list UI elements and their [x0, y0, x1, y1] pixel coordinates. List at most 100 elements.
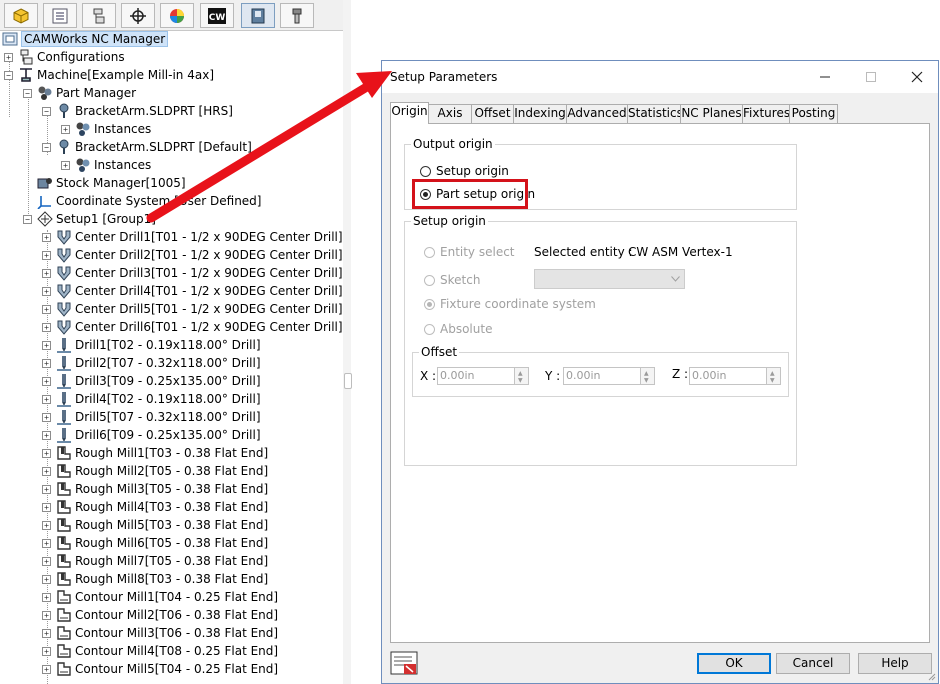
tree-item[interactable]: − Machine[Example Mill-in 4ax] [4, 66, 214, 84]
absolute-radio[interactable]: Absolute [424, 322, 492, 336]
expand-toggle[interactable]: + [42, 574, 51, 584]
expand-toggle[interactable]: + [42, 232, 51, 242]
tree-item[interactable]: − Setup1 [Group1] [23, 210, 156, 228]
dialog-titlebar[interactable]: Setup Parameters [382, 61, 938, 93]
expand-toggle[interactable]: + [42, 628, 51, 638]
tree-item[interactable]: + Instances [61, 156, 151, 174]
help-button[interactable]: Help [858, 653, 932, 674]
expand-toggle[interactable]: − [23, 214, 32, 224]
close-button[interactable] [900, 65, 934, 89]
tree-item[interactable]: + Contour Mill2[T06 - 0.38 Flat End] [42, 606, 278, 624]
maximize-button[interactable] [854, 65, 888, 89]
expand-toggle[interactable]: + [42, 664, 51, 674]
tab-nc-planes[interactable]: NC Planes [680, 104, 743, 123]
offset-y-spinner[interactable]: ▲ ▼ [641, 367, 655, 385]
tree-item[interactable]: + Center Drill5[T01 - 1/2 x 90DEG Center … [42, 300, 343, 318]
minimize-button[interactable] [808, 65, 842, 89]
cancel-button[interactable]: Cancel [776, 653, 850, 674]
tab-indexing[interactable]: Indexing [513, 104, 567, 123]
expand-toggle[interactable]: + [42, 484, 51, 494]
tab-camworks-operation-tree[interactable] [241, 3, 275, 28]
offset-x-input[interactable]: 0.00in [437, 367, 515, 385]
expand-toggle[interactable]: + [42, 376, 51, 386]
expand-toggle[interactable]: + [42, 502, 51, 512]
expand-toggle[interactable]: + [42, 250, 51, 260]
panel-splitter[interactable] [343, 0, 351, 684]
expand-toggle[interactable]: + [42, 322, 51, 332]
tree-item[interactable]: + Drill3[T09 - 0.25x135.00° Drill] [42, 372, 261, 390]
tree-item[interactable]: + Center Drill4[T01 - 1/2 x 90DEG Center … [42, 282, 343, 300]
tree-item[interactable]: − BracketArm.SLDPRT [Default] [42, 138, 252, 156]
expand-toggle[interactable]: + [42, 340, 51, 350]
tree-item[interactable]: Stock Manager[1005] [23, 174, 186, 192]
expand-toggle[interactable]: − [42, 142, 51, 152]
tree-item[interactable]: + Instances [61, 120, 151, 138]
tree-item[interactable]: + Rough Mill5[T03 - 0.38 Flat End] [42, 516, 268, 534]
tree-item[interactable]: + Contour Mill4[T08 - 0.25 Flat End] [42, 642, 278, 660]
tree-item[interactable]: + Contour Mill5[T04 - 0.25 Flat End] [42, 660, 278, 678]
tree-item[interactable]: + Center Drill2[T01 - 1/2 x 90DEG Center … [42, 246, 343, 264]
tab-feature-manager[interactable] [4, 3, 38, 28]
tree-item[interactable]: + Drill6[T09 - 0.25x135.00° Drill] [42, 426, 261, 444]
offset-z-input[interactable]: 0.00in [689, 367, 767, 385]
expand-toggle[interactable]: + [42, 430, 51, 440]
setup-origin-radio[interactable]: Setup origin [420, 164, 509, 178]
tab-advanced[interactable]: Advanced [566, 104, 628, 123]
tree-item[interactable]: + Rough Mill6[T05 - 0.38 Flat End] [42, 534, 268, 552]
tree-item[interactable]: + Drill1[T02 - 0.19x118.00° Drill] [42, 336, 261, 354]
expand-toggle[interactable]: + [42, 538, 51, 548]
expand-toggle[interactable]: + [61, 160, 70, 170]
offset-y-field[interactable]: 0.00in ▲ ▼ [563, 367, 655, 385]
expand-toggle[interactable]: + [42, 610, 51, 620]
offset-x-spinner[interactable]: ▲ ▼ [515, 367, 529, 385]
expand-toggle[interactable]: − [4, 70, 13, 80]
tree-item[interactable]: + Rough Mill2[T05 - 0.38 Flat End] [42, 462, 268, 480]
offset-y-input[interactable]: 0.00in [563, 367, 641, 385]
tab-display-manager[interactable] [160, 3, 194, 28]
expand-toggle[interactable]: + [42, 466, 51, 476]
expand-toggle[interactable]: + [61, 124, 70, 134]
expand-toggle[interactable]: + [42, 592, 51, 602]
entity-select-radio[interactable]: Entity select [424, 245, 515, 259]
tree-item[interactable]: + Rough Mill1[T03 - 0.38 Flat End] [42, 444, 268, 462]
tree-item[interactable]: Coordinate System [User Defined] [23, 192, 261, 210]
context-help-button[interactable] [390, 651, 420, 676]
expand-toggle[interactable]: + [4, 52, 13, 62]
tree-item[interactable]: + Center Drill1[T01 - 1/2 x 90DEG Center … [42, 228, 343, 246]
tab-camworks-tool-tree[interactable] [280, 3, 314, 28]
offset-z-spinner[interactable]: ▲ ▼ [767, 367, 781, 385]
collapse-panel-handle[interactable] [344, 373, 352, 389]
tree-item[interactable]: + Rough Mill8[T03 - 0.38 Flat End] [42, 570, 268, 588]
tree-item[interactable]: + Contour Mill3[T06 - 0.38 Flat End] [42, 624, 278, 642]
tree-item[interactable]: − Part Manager [23, 84, 136, 102]
offset-z-field[interactable]: 0.00in ▲ ▼ [689, 367, 781, 385]
tree-item[interactable]: − BracketArm.SLDPRT [HRS] [42, 102, 233, 120]
sketch-radio[interactable]: Sketch [424, 273, 480, 287]
expand-toggle[interactable]: + [42, 520, 51, 530]
tree-item[interactable]: + Configurations [4, 48, 125, 66]
expand-toggle[interactable]: + [42, 286, 51, 296]
tab-configuration-manager[interactable] [82, 3, 116, 28]
tree-item[interactable]: + Center Drill3[T01 - 1/2 x 90DEG Center … [42, 264, 343, 282]
tree-item[interactable]: + Drill2[T07 - 0.32x118.00° Drill] [42, 354, 261, 372]
expand-toggle[interactable]: + [42, 394, 51, 404]
tab-origin[interactable]: Origin [390, 102, 429, 124]
tree-root[interactable]: CAMWorks NC Manager [2, 30, 169, 48]
expand-toggle[interactable]: − [23, 88, 32, 98]
expand-toggle[interactable]: + [42, 646, 51, 656]
ok-button[interactable]: OK [697, 653, 771, 674]
expand-toggle[interactable]: + [42, 412, 51, 422]
tree-item[interactable]: + Contour Mill1[T04 - 0.25 Flat End] [42, 588, 278, 606]
expand-toggle[interactable]: − [42, 106, 51, 116]
expand-toggle[interactable]: + [42, 358, 51, 368]
expand-toggle[interactable]: + [42, 556, 51, 566]
expand-toggle[interactable]: + [42, 268, 51, 278]
tree-item[interactable]: + Rough Mill4[T03 - 0.38 Flat End] [42, 498, 268, 516]
tree-item[interactable]: + Drill4[T02 - 0.19x118.00° Drill] [42, 390, 261, 408]
resize-grip-icon[interactable] [926, 671, 936, 681]
tab-property-manager[interactable] [43, 3, 77, 28]
sketch-dropdown[interactable] [534, 269, 685, 289]
expand-toggle[interactable]: + [42, 304, 51, 314]
tab-camworks-feature-tree[interactable]: CW [200, 3, 234, 28]
offset-x-field[interactable]: 0.00in ▲ ▼ [437, 367, 529, 385]
